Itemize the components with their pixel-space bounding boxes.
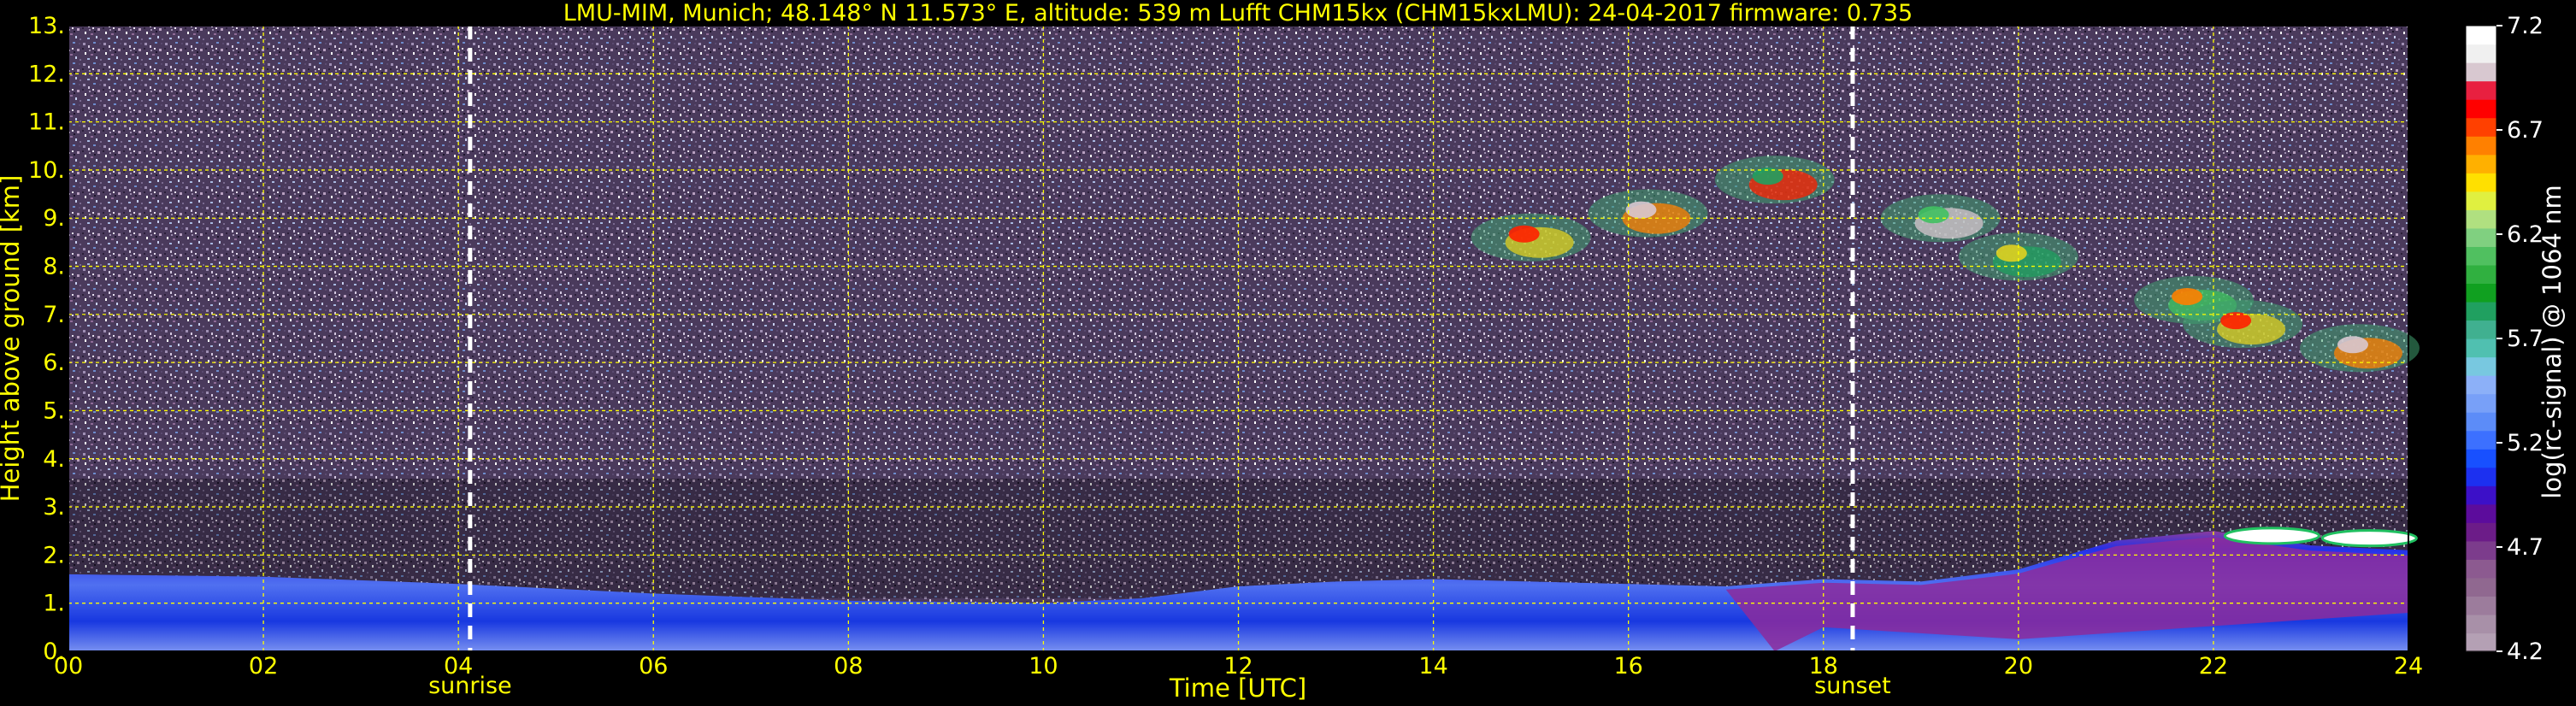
colorbar-segment bbox=[2466, 412, 2496, 432]
colorbar-segment bbox=[2466, 522, 2496, 542]
colorbar-segment bbox=[2466, 503, 2496, 523]
x-tick-label: 18 bbox=[1809, 653, 1838, 680]
colorbar-segment bbox=[2466, 173, 2496, 192]
colorbar-segment bbox=[2466, 80, 2496, 100]
colorbar-segment bbox=[2466, 375, 2496, 395]
colorbar-segment bbox=[2466, 467, 2496, 486]
y-tick-label: 11. bbox=[28, 109, 65, 136]
colorbar: 4.24.75.25.76.26.77.2 bbox=[2465, 13, 2544, 665]
x-tick-label: 08 bbox=[834, 653, 863, 680]
low-cloud bbox=[2320, 529, 2418, 548]
x-tick-label: 10 bbox=[1029, 653, 1058, 680]
colorbar-segment bbox=[2466, 614, 2496, 634]
x-axis-label: Time [UTC] bbox=[1169, 674, 1306, 703]
y-axis-label: Height above ground [km] bbox=[0, 175, 25, 503]
chart-title: LMU-MIM, Munich; 48.148° N 11.573° E, al… bbox=[563, 0, 1913, 26]
y-tick-label: 3. bbox=[43, 494, 65, 521]
colorbar-segment bbox=[2466, 154, 2496, 174]
cirrus-patch bbox=[1880, 194, 2001, 243]
colorbar-segment bbox=[2466, 117, 2496, 137]
x-tick-label: 20 bbox=[2004, 653, 2033, 680]
cirrus-patch bbox=[2299, 324, 2420, 373]
y-tick-label: 8. bbox=[43, 254, 65, 280]
cirrus-patch bbox=[1588, 189, 1708, 238]
x-tick-label: 14 bbox=[1418, 653, 1447, 680]
x-tick-label: 24 bbox=[2394, 653, 2423, 680]
y-tick-label: 4. bbox=[43, 446, 65, 473]
y-tick-label: 6. bbox=[43, 350, 65, 376]
y-tick-label: 5. bbox=[43, 397, 65, 424]
colorbar-segment bbox=[2466, 393, 2496, 413]
colorbar-segment bbox=[2466, 632, 2496, 652]
colorbar-segment bbox=[2466, 191, 2496, 210]
y-tick-label: 1. bbox=[43, 591, 65, 617]
colorbar-segment bbox=[2466, 449, 2496, 468]
low-cloud bbox=[2223, 527, 2320, 545]
ceilometer-chart: sunrise sunset 00 02 04 06 08 10 12 14 16 18 20 22 24… bbox=[0, 0, 2567, 703]
colorbar-segment bbox=[2466, 99, 2496, 119]
colorbar-segment bbox=[2466, 62, 2496, 82]
colorbar-segment bbox=[2466, 227, 2496, 247]
y-tick-label: 10. bbox=[28, 157, 65, 184]
colorbar-tick-label: 7.2 bbox=[2507, 13, 2544, 39]
colorbar-segment bbox=[2466, 540, 2496, 560]
colorbar-tick-label: 4.2 bbox=[2507, 638, 2544, 665]
y-tick-label: 13. bbox=[28, 13, 65, 39]
colorbar-segment bbox=[2466, 246, 2496, 266]
colorbar-segment bbox=[2466, 559, 2496, 579]
colorbar-segment bbox=[2466, 44, 2496, 63]
colorbar-segment bbox=[2466, 485, 2496, 505]
y-tick-label: 2. bbox=[43, 542, 65, 568]
y-tick-label: 7. bbox=[43, 302, 65, 328]
colorbar-tick-label: 4.7 bbox=[2507, 534, 2544, 561]
colorbar-label: log(rc-signal) @ 1064 nm bbox=[2538, 185, 2567, 498]
y-tick-label: 9. bbox=[43, 205, 65, 232]
x-tick-label: 22 bbox=[2199, 653, 2228, 680]
colorbar-segment bbox=[2466, 320, 2496, 339]
x-tick-label: 04 bbox=[444, 653, 473, 680]
colorbar-segment bbox=[2466, 283, 2496, 303]
colorbar-segment bbox=[2466, 338, 2496, 358]
cirrus-patch bbox=[2183, 300, 2303, 349]
colorbar-segment bbox=[2466, 356, 2496, 376]
colorbar-tick-label: 6.7 bbox=[2507, 117, 2544, 144]
cirrus-patch bbox=[1714, 156, 1835, 204]
y-tick-label: 0. bbox=[43, 638, 65, 665]
y-tick-label: 12. bbox=[28, 61, 65, 87]
colorbar-segment bbox=[2466, 430, 2496, 450]
colorbar-segment bbox=[2466, 209, 2496, 229]
x-tick-label: 16 bbox=[1613, 653, 1642, 680]
x-tick-label: 02 bbox=[249, 653, 278, 680]
cirrus-patch bbox=[1471, 213, 1591, 262]
colorbar-segment bbox=[2466, 26, 2496, 45]
colorbar-segment bbox=[2466, 136, 2496, 156]
colorbar-segment bbox=[2466, 301, 2496, 321]
colorbar-segment bbox=[2466, 596, 2496, 615]
colorbar-segment bbox=[2466, 264, 2496, 285]
colorbar-segment bbox=[2466, 577, 2496, 597]
x-tick-label: 06 bbox=[639, 653, 668, 680]
